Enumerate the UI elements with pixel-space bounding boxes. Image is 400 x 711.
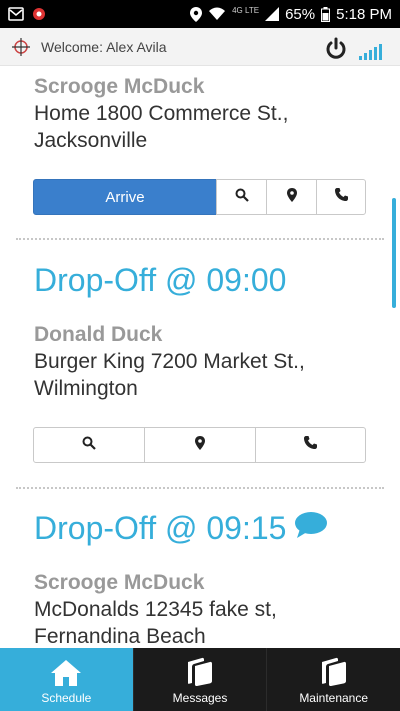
wifi-icon — [208, 7, 226, 21]
stop-card: Scrooge McDuck Home 1800 Commerce St., J… — [34, 74, 374, 154]
signal-strength-icon — [359, 44, 382, 60]
divider — [16, 238, 384, 240]
status-bar: 4G LTE 65% 5:18 PM — [0, 0, 400, 28]
map-pin-button[interactable] — [144, 427, 256, 463]
crosshair-icon[interactable] — [12, 37, 30, 56]
tab-label: Maintenance — [299, 691, 369, 705]
address-line2: Fernandina Beach — [34, 625, 206, 648]
schedule-list[interactable]: Scrooge McDuck Home 1800 Commerce St., J… — [0, 66, 400, 648]
cards-icon — [320, 656, 348, 686]
search-icon — [82, 436, 96, 455]
stop-actions — [33, 427, 366, 463]
welcome-text: Welcome: Alex Avila — [41, 38, 167, 55]
home-icon — [51, 656, 82, 686]
clock: 5:18 PM — [336, 5, 392, 23]
address-line2: Jacksonville — [34, 129, 148, 152]
call-button[interactable] — [255, 427, 366, 463]
stop-card: Drop-Off @ 09:15 — [34, 510, 374, 546]
stop-heading-text: Drop-Off @ 09:15 — [34, 510, 287, 546]
chat-bubble-icon[interactable] — [294, 510, 328, 546]
stop-heading-text: Drop-Off @ 09:00 — [34, 262, 287, 298]
battery-icon — [321, 6, 331, 22]
search-button[interactable] — [216, 179, 267, 215]
cards-icon — [186, 656, 214, 686]
tab-messages[interactable]: Messages — [132, 648, 267, 711]
stop-heading: Drop-Off @ 09:00 — [34, 262, 374, 298]
stop-heading: Drop-Off @ 09:15 — [34, 510, 374, 546]
arrive-button[interactable]: Arrive — [33, 179, 217, 215]
passenger-name: Donald Duck — [34, 323, 163, 346]
tab-schedule[interactable]: Schedule — [0, 648, 133, 711]
map-pin-button[interactable] — [266, 179, 317, 215]
bottom-tab-bar: Schedule Messages Maintenance — [0, 648, 400, 711]
map-pin-icon — [286, 187, 297, 207]
passenger-name: Scrooge McDuck — [34, 571, 205, 594]
stop-details: Donald Duck Burger King 7200 Market St.,… — [34, 322, 374, 402]
scrollbar[interactable] — [392, 198, 396, 308]
power-icon[interactable] — [324, 37, 348, 66]
phone-icon — [334, 188, 348, 206]
stop-card: Drop-Off @ 09:00 — [34, 262, 374, 298]
record-icon — [32, 7, 46, 21]
app-header: Welcome: Alex Avila — [0, 28, 400, 66]
tab-label: Messages — [172, 691, 228, 705]
search-icon — [235, 188, 249, 207]
stop-details: Scrooge McDuck McDonalds 12345 fake st, … — [34, 570, 374, 648]
network-type: 4G LTE — [232, 5, 260, 15]
tab-label: Schedule — [41, 691, 92, 705]
search-button[interactable] — [33, 427, 145, 463]
mail-icon — [8, 7, 24, 21]
address-line1: Home 1800 Commerce St., — [34, 102, 289, 125]
phone-icon — [304, 436, 317, 454]
stop-actions: Arrive — [33, 179, 366, 215]
location-icon — [190, 6, 203, 22]
divider — [16, 487, 384, 489]
address-line1: Burger King 7200 Market St., — [34, 350, 305, 373]
passenger-name: Scrooge McDuck — [34, 75, 205, 98]
address-line1: McDonalds 12345 fake st, — [34, 598, 277, 621]
battery-percent: 65% — [285, 5, 316, 23]
tab-maintenance[interactable]: Maintenance — [266, 648, 400, 711]
address-line2: Wilmington — [34, 377, 138, 400]
map-pin-icon — [195, 435, 205, 455]
signal-icon — [265, 7, 280, 21]
call-button[interactable] — [316, 179, 366, 215]
